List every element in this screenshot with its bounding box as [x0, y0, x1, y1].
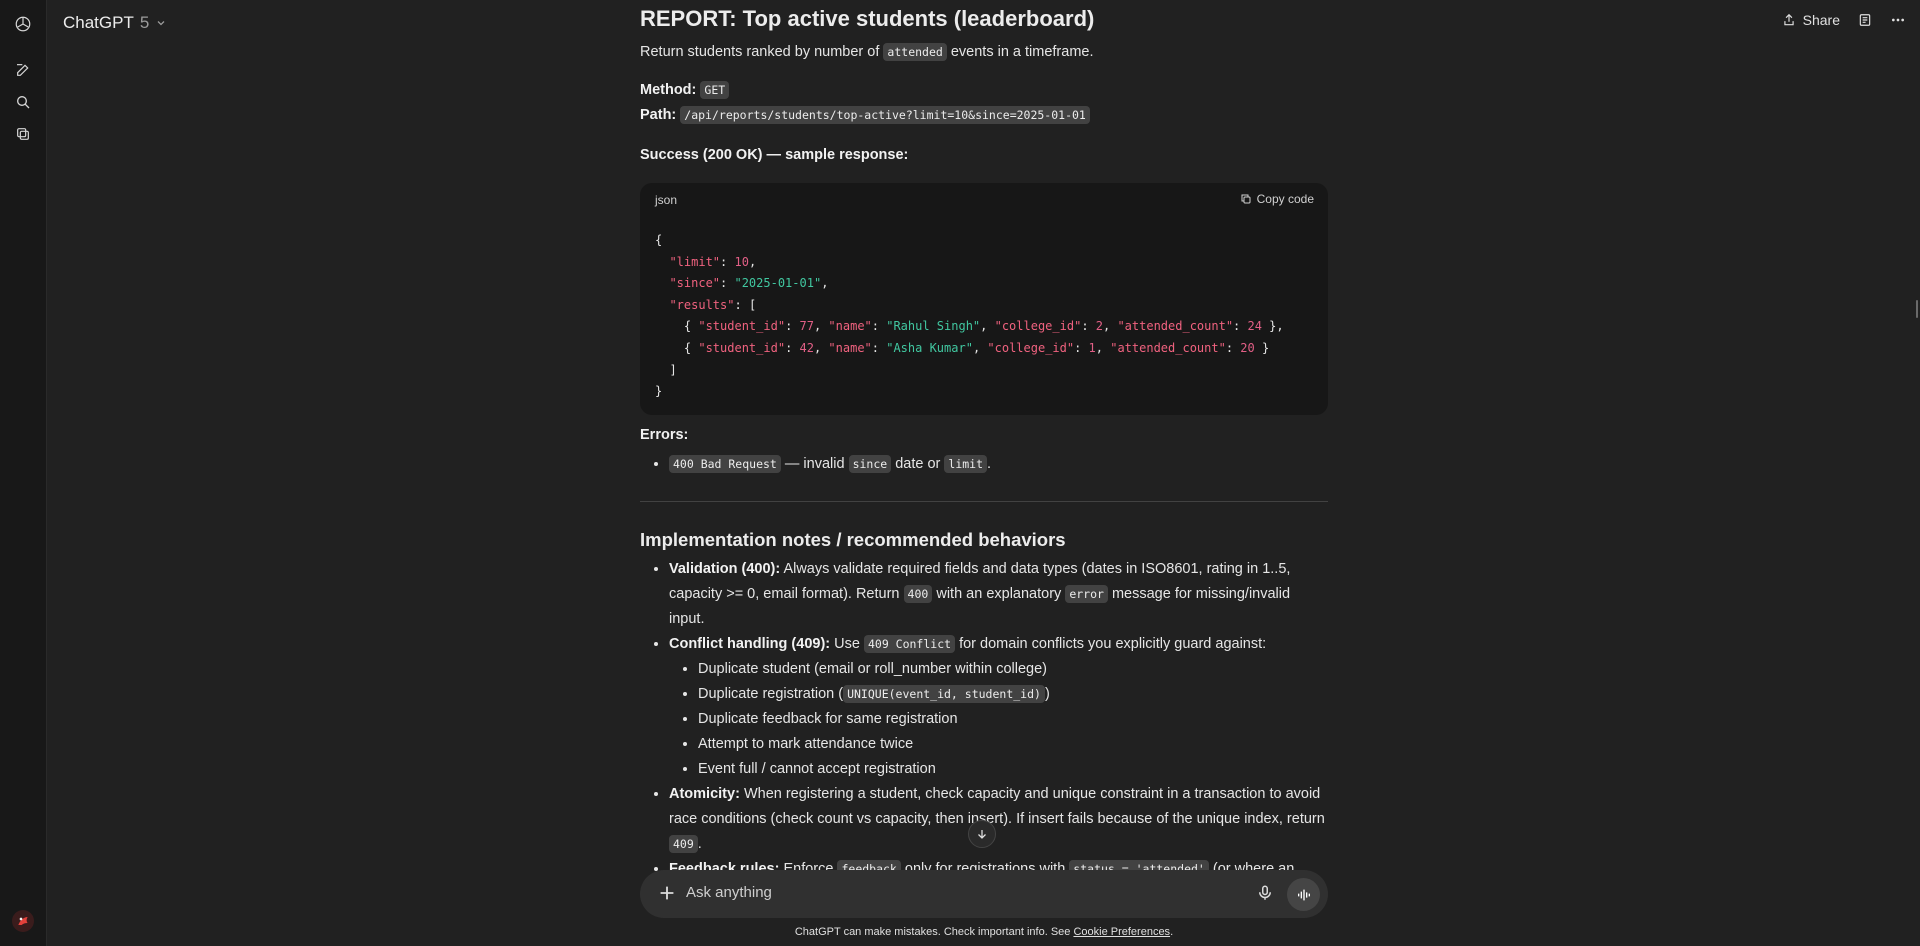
list-item: Conflict handling (409): Use 409 Conflic…	[669, 632, 1328, 782]
new-chat-icon[interactable]	[13, 60, 33, 80]
errors-heading: Errors:	[640, 423, 688, 448]
note-text: When registering a student, check capaci…	[669, 786, 1325, 827]
model-version: 5	[139, 13, 150, 32]
note-text: )	[1044, 686, 1050, 702]
desc-text-end: events in a timeframe.	[950, 44, 1094, 60]
share-button[interactable]: Share	[1782, 12, 1840, 28]
model-selector[interactable]: ChatGPT 5	[63, 13, 167, 33]
openai-logo-icon[interactable]	[13, 14, 33, 34]
inline-code: error	[1065, 585, 1108, 603]
method-line: Method: GET	[640, 78, 730, 103]
success-label: Success (200 OK) — sample response:	[640, 147, 909, 163]
canvas-icon[interactable]	[1858, 13, 1872, 27]
waveform-icon	[1297, 889, 1310, 900]
inline-code: 409	[669, 835, 698, 853]
inline-code: attended	[883, 43, 947, 61]
divider	[640, 501, 1328, 502]
path-value: /api/reports/students/top-active?limit=1…	[680, 106, 1090, 124]
desc-text: Return students ranked by number of	[640, 44, 880, 60]
disclaimer-end: .	[1170, 926, 1174, 938]
inline-code: UNIQUE(event_id, student_id)	[843, 685, 1045, 703]
library-icon[interactable]	[13, 124, 33, 144]
prompt-input[interactable]	[686, 884, 1226, 901]
sidebar-rail	[0, 0, 47, 946]
list-item: Duplicate feedback for same registration	[698, 707, 1328, 732]
more-options-icon[interactable]	[1890, 12, 1906, 28]
scrollbar-thumb[interactable]	[1916, 300, 1918, 318]
note-text: with an explanatory	[936, 586, 1062, 602]
path-label: Path:	[640, 107, 677, 123]
method-value: GET	[700, 81, 730, 99]
copy-icon	[1241, 194, 1251, 204]
inline-code: 409 Conflict	[863, 635, 956, 653]
add-attachment-icon[interactable]	[656, 882, 678, 909]
inline-code: limit	[944, 455, 988, 473]
conversation-content: REPORT: Top active students (leaderboard…	[640, 0, 1328, 946]
notes-title: Implementation notes / recommended behav…	[640, 529, 1066, 550]
copy-code-button[interactable]: Copy code	[1240, 192, 1314, 206]
error-text: .	[987, 456, 992, 472]
conflict-sublist: Duplicate student (email or roll_number …	[669, 657, 1328, 782]
disclaimer-text: ChatGPT can make mistakes. Check importa…	[794, 926, 1071, 938]
microphone-icon[interactable]	[1256, 884, 1274, 907]
chevron-down-icon	[157, 21, 165, 26]
list-item: Duplicate registration (UNIQUE(event_id,…	[698, 682, 1328, 707]
method-label: Method:	[640, 82, 697, 98]
errors-label: Errors:	[640, 427, 689, 443]
list-item: Event full / cannot accept registration	[698, 757, 1328, 782]
list-item: Attempt to mark attendance twice	[698, 732, 1328, 757]
note-text: Duplicate registration (	[698, 686, 844, 702]
report-description: Return students ranked by number of atte…	[640, 40, 1094, 65]
composer	[640, 870, 1328, 918]
model-name: ChatGPT	[63, 13, 134, 32]
note-text: .	[697, 836, 702, 852]
conflict-label: Conflict handling (409):	[669, 636, 831, 652]
voice-mode-button[interactable]	[1287, 878, 1320, 911]
validation-label: Validation (400):	[669, 561, 781, 577]
inline-code: 400	[903, 585, 933, 603]
note-text: Use	[834, 636, 860, 652]
error-text: — invalid	[784, 456, 845, 472]
list-item: 400 Bad Request — invalid since date or …	[669, 452, 1328, 477]
error-text: date or	[895, 456, 941, 472]
copy-label: Copy code	[1256, 192, 1314, 206]
errors-list: 400 Bad Request — invalid since date or …	[640, 452, 1328, 477]
error-code: 400 Bad Request	[669, 455, 781, 473]
report-title: REPORT: Top active students (leaderboard…	[640, 6, 1095, 31]
code-block: json Copy code { "limit": 10, "since": "…	[640, 183, 1328, 415]
list-item: Atomicity: When registering a student, c…	[669, 782, 1328, 857]
json-code: { "limit": 10, "since": "2025-01-01", "r…	[655, 233, 1284, 399]
share-icon	[1783, 13, 1794, 26]
inline-code: since	[848, 455, 892, 473]
list-item: Validation (400): Always validate requir…	[669, 557, 1328, 632]
arrow-down-icon	[978, 830, 986, 839]
atomicity-label: Atomicity:	[669, 786, 740, 802]
search-icon[interactable]	[13, 92, 33, 112]
code-language: json	[655, 193, 678, 207]
cookie-preferences-link[interactable]: Cookie Preferences	[1073, 926, 1170, 938]
disclaimer: ChatGPT can make mistakes. Check importa…	[640, 926, 1328, 938]
path-line: Path: /api/reports/students/top-active?l…	[640, 103, 1090, 128]
scroll-to-bottom-button[interactable]	[968, 820, 996, 848]
share-label: Share	[1802, 12, 1840, 28]
list-item: Duplicate student (email or roll_number …	[698, 657, 1328, 682]
user-avatar[interactable]	[12, 910, 34, 932]
success-heading: Success (200 OK) — sample response:	[640, 143, 908, 168]
note-text: for domain conflicts you explicitly guar…	[959, 636, 1267, 652]
